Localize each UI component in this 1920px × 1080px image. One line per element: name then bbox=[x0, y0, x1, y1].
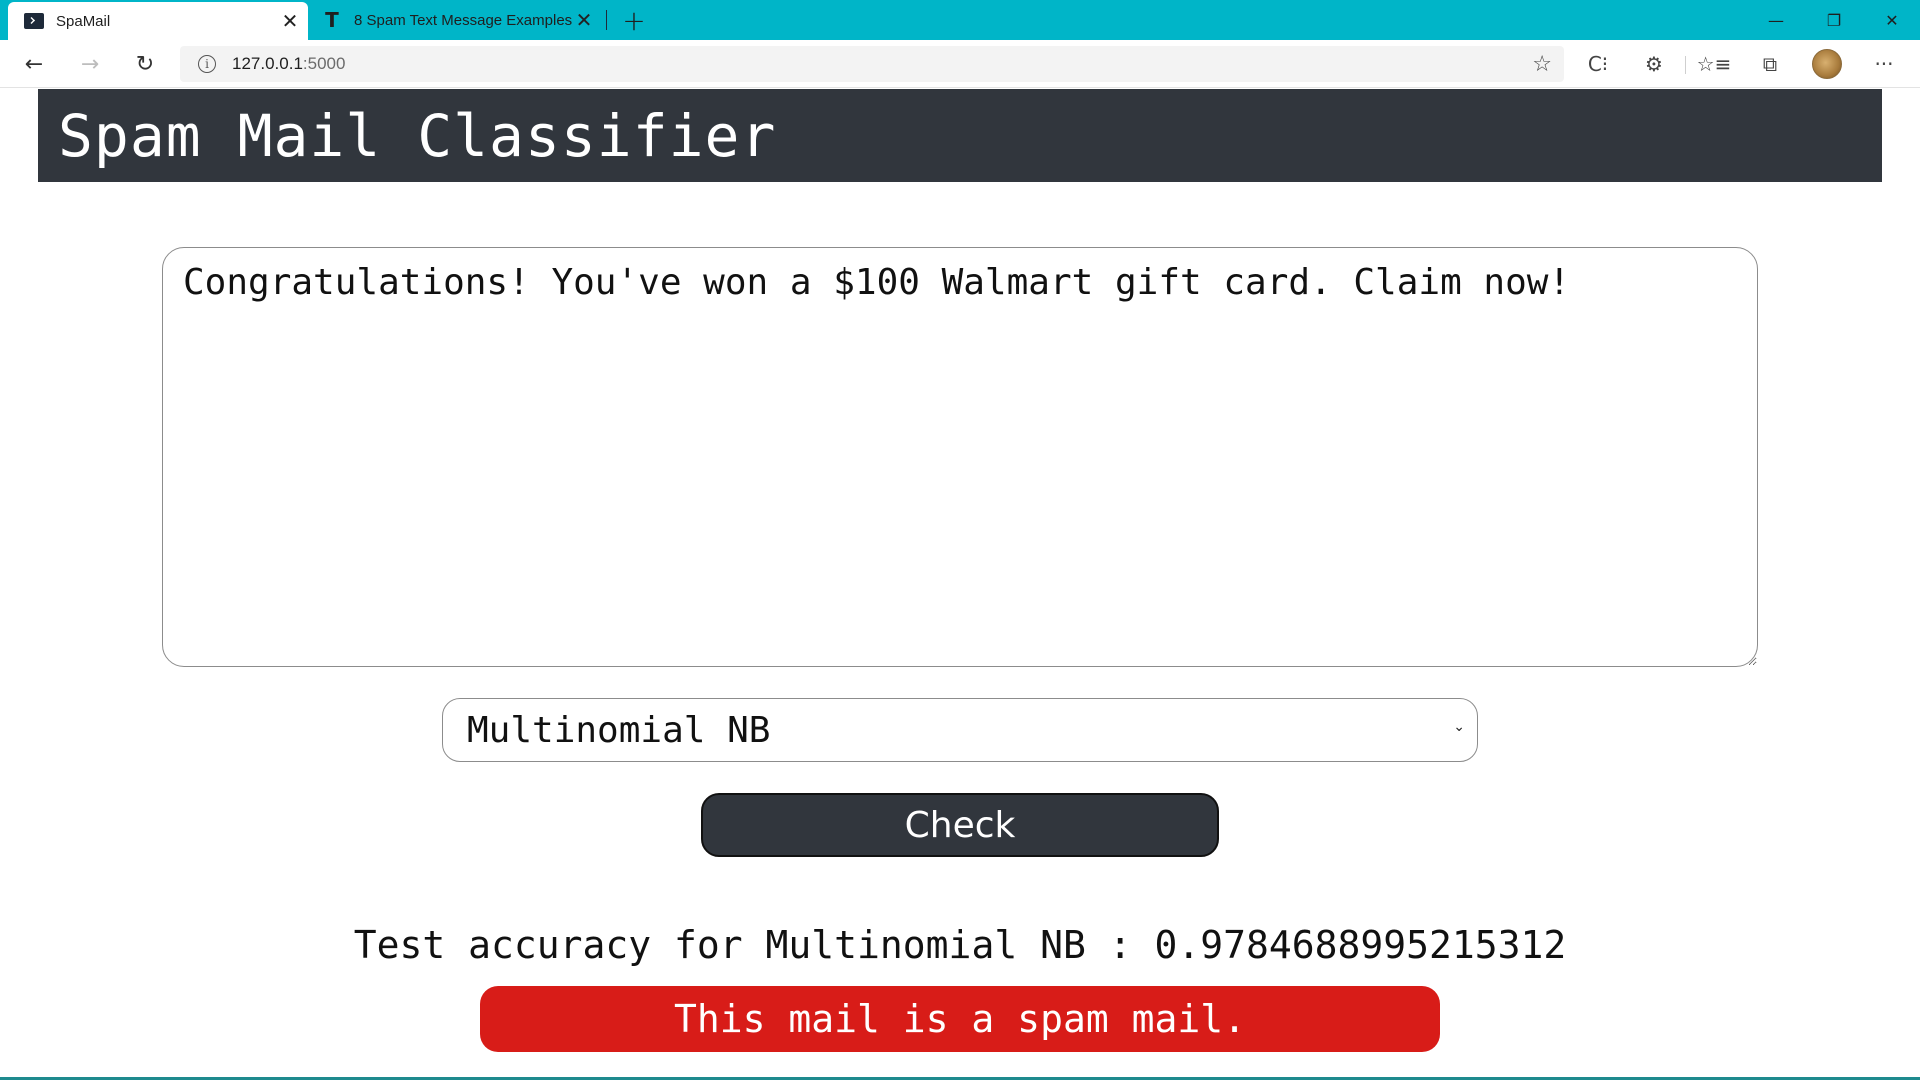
app-header: Spam Mail Classifier bbox=[38, 89, 1882, 182]
restore-button[interactable]: ❐ bbox=[1806, 0, 1862, 40]
tab-title: SpaMail bbox=[56, 12, 111, 30]
extensions-icon[interactable]: ⚙ bbox=[1638, 48, 1670, 80]
model-select[interactable]: Multinomial NB ⌄ bbox=[442, 698, 1478, 762]
accuracy-text: Test accuracy for Multinomial NB : 0.978… bbox=[353, 923, 1567, 967]
check-button[interactable]: Check bbox=[701, 793, 1219, 857]
add-favorite-icon[interactable]: ☆ bbox=[1532, 52, 1552, 77]
favorites-icon[interactable]: ☆≡ bbox=[1697, 48, 1732, 80]
tab-strip: SpaMail ✕ T 8 Spam Text Message Examples… bbox=[0, 0, 1920, 40]
mail-text-input[interactable]: Congratulations! You've won a $100 Walma… bbox=[162, 247, 1758, 667]
terminal-icon bbox=[24, 13, 44, 29]
page-content: Spam Mail Classifier Congratulations! Yo… bbox=[0, 88, 1920, 1080]
extension-c-icon[interactable]: C⁝ bbox=[1582, 48, 1614, 80]
result-banner: This mail is a spam mail. bbox=[480, 986, 1440, 1052]
tab-title: 8 Spam Text Message Examples bbox=[354, 11, 572, 29]
url-text: 127.0.0.1:5000 bbox=[232, 54, 346, 73]
toolbar-divider bbox=[1685, 56, 1686, 74]
collections-icon[interactable]: ⧉ bbox=[1754, 48, 1786, 80]
new-tab-button[interactable]: + bbox=[618, 4, 650, 37]
reload-button[interactable]: ↻ bbox=[127, 46, 163, 82]
t-letter-icon: T bbox=[325, 8, 339, 32]
page-title: Spam Mail Classifier bbox=[58, 101, 777, 170]
minimize-button[interactable]: — bbox=[1748, 0, 1804, 40]
site-info-icon[interactable]: i bbox=[198, 55, 216, 73]
close-tab-icon[interactable]: ✕ bbox=[278, 9, 302, 33]
address-bar[interactable]: i 127.0.0.1:5000 ☆ bbox=[180, 46, 1564, 82]
browser-toolbar: ← → ↻ i 127.0.0.1:5000 ☆ C⁝ ⚙ ☆≡ ⧉ ··· bbox=[0, 40, 1920, 88]
chevron-down-icon: ⌄ bbox=[1453, 719, 1465, 735]
forward-button[interactable]: → bbox=[72, 46, 108, 82]
profile-avatar[interactable] bbox=[1812, 49, 1842, 79]
tab-spamail[interactable]: SpaMail ✕ bbox=[8, 2, 308, 40]
back-button[interactable]: ← bbox=[16, 46, 52, 82]
window-close-button[interactable]: ✕ bbox=[1864, 0, 1920, 40]
tab-spam-examples[interactable]: T 8 Spam Text Message Examples ✕ bbox=[312, 0, 602, 40]
close-tab-icon[interactable]: ✕ bbox=[572, 8, 596, 32]
tab-divider bbox=[606, 10, 607, 30]
more-options-icon[interactable]: ··· bbox=[1868, 48, 1900, 80]
model-select-value: Multinomial NB bbox=[467, 709, 771, 751]
